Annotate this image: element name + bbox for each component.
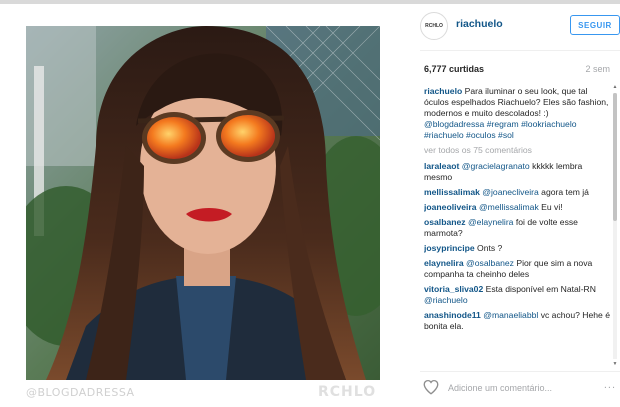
comment-mention[interactable]: @manaeliabbl <box>483 310 538 320</box>
scroll-down-arrow-icon[interactable]: ▼ <box>612 361 618 367</box>
view-all-comments-link[interactable]: ver todos os 75 comentários <box>424 145 610 156</box>
comments-scrollbar[interactable]: ▲ ▼ <box>612 84 618 368</box>
comment-text: Onts ? <box>477 243 503 253</box>
scroll-thumb[interactable] <box>613 93 617 221</box>
divider <box>420 50 620 51</box>
comment-text: agora tem já <box>538 187 589 197</box>
comment-author[interactable]: mellissalimak <box>424 187 480 197</box>
comment-text: Esta disponível em Natal-RN <box>485 284 596 294</box>
comment-author[interactable]: elaynelira <box>424 258 464 268</box>
more-options-button[interactable]: ... <box>604 379 616 391</box>
list-item: laraleaot @gracielagranato kkkkk lembra … <box>424 161 610 183</box>
comments-list[interactable]: riachuelo Para iluminar o seu look, que … <box>424 86 610 369</box>
comment-mention[interactable]: @joanecliveira <box>482 187 539 197</box>
comment-author[interactable]: josyprincipe <box>424 243 475 253</box>
list-item: anashinode11 @manaeliabbl vc achou? Hehe… <box>424 310 610 332</box>
post-photo[interactable] <box>26 26 380 380</box>
caption-tags[interactable]: @blogdadressa #regram #lookriachuelo #ri… <box>424 119 577 140</box>
caption: riachuelo Para iluminar o seu look, que … <box>424 86 610 141</box>
comment-author[interactable]: osalbanez <box>424 217 466 227</box>
post-header: RCHLO riachuelo SEGUIR <box>420 12 620 42</box>
post-sidebar: RCHLO riachuelo SEGUIR 6,777 curtidas 2 … <box>406 0 620 407</box>
comment-author[interactable]: anashinode11 <box>424 310 481 320</box>
post-stats: 6,777 curtidas 2 sem <box>424 64 610 78</box>
comment-author[interactable]: joaneoliveira <box>424 202 477 212</box>
comment-text: Eu vi! <box>538 202 563 212</box>
username-link[interactable]: riachuelo <box>456 18 503 30</box>
list-item: josyprincipe Onts ? <box>424 243 610 254</box>
post-footer: ... <box>420 376 620 400</box>
comment-mention[interactable]: @gracielagranato <box>462 161 530 171</box>
comment-author[interactable]: riachuelo <box>424 86 462 96</box>
comment-mention[interactable]: @osalbanez <box>466 258 514 268</box>
divider <box>420 371 620 372</box>
selfie-image <box>26 26 380 380</box>
comment-input[interactable] <box>448 380 588 396</box>
heart-icon[interactable] <box>422 378 440 396</box>
comment-mention[interactable]: @mellissalimak <box>479 202 539 212</box>
comment-author[interactable]: vitoria_sliva02 <box>424 284 483 294</box>
list-item: elaynelira @osalbanez Pior que sim a nov… <box>424 258 610 280</box>
list-item: vitoria_sliva02 Esta disponível em Natal… <box>424 284 610 306</box>
post-age[interactable]: 2 sem <box>585 64 610 74</box>
list-item: osalbanez @elaynelira foi de volte esse … <box>424 217 610 239</box>
comment-mention[interactable]: @riachuelo <box>424 295 468 305</box>
avatar[interactable]: RCHLO <box>420 12 448 40</box>
comment-author[interactable]: laraleaot <box>424 161 459 171</box>
photo-credit: @BLOGDADRESSA <box>26 386 135 399</box>
comment-mention[interactable]: @elaynelira <box>468 217 514 227</box>
follow-button[interactable]: SEGUIR <box>570 15 620 35</box>
likes-count[interactable]: 6,777 curtidas <box>424 64 484 74</box>
list-item: mellissalimak @joanecliveira agora tem j… <box>424 187 610 198</box>
photo-watermark: RCHLO <box>318 384 377 400</box>
scroll-up-arrow-icon[interactable]: ▲ <box>612 84 618 90</box>
list-item: joaneoliveira @mellissalimak Eu vi! <box>424 202 610 213</box>
